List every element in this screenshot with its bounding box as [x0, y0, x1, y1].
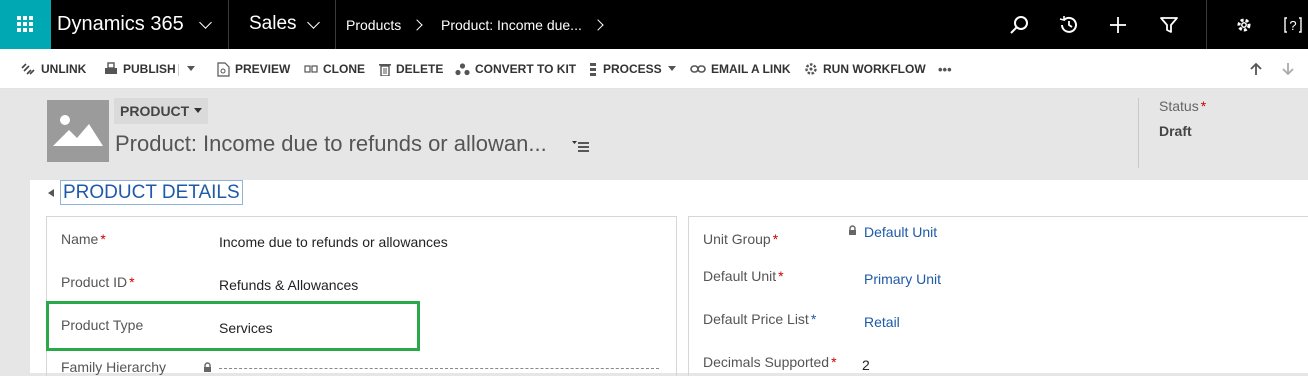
status-value[interactable]: Draft [1159, 123, 1192, 139]
name-label: Name * [61, 231, 106, 247]
app-launcher-button[interactable] [0, 0, 51, 49]
svg-text:?: ? [1289, 18, 1296, 33]
default-price-list-value[interactable]: Retail [864, 314, 900, 330]
product-id-label: Product ID * [61, 274, 135, 290]
preview-icon [217, 61, 230, 77]
unit-group-value[interactable]: Default Unit [864, 224, 937, 240]
command-bar: UNLINK PUBLISH PREVIEW CLONE DELETE CONV… [0, 49, 1308, 89]
clone-label: CLONE [323, 62, 365, 76]
app-name[interactable]: Dynamics 365 [57, 13, 184, 36]
section-title[interactable]: PRODUCT DETAILS [60, 180, 243, 205]
breadcrumb-products[interactable]: Products [346, 17, 401, 33]
preview-label: PREVIEW [235, 62, 291, 76]
kit-icon [455, 63, 470, 76]
chevron-down-icon[interactable] [187, 66, 195, 72]
collapse-icon[interactable] [48, 189, 54, 197]
product-id-value[interactable]: Refunds & Allowances [219, 277, 358, 293]
default-unit-label: Default Unit * [703, 268, 784, 284]
help-icon[interactable]: ? [1282, 14, 1304, 36]
email-link-button[interactable]: EMAIL A LINK [690, 61, 791, 77]
convert-to-kit-label: CONVERT TO KIT [475, 62, 577, 76]
top-nav-bar: Dynamics 365 Sales Products Product: Inc… [0, 0, 1308, 49]
unlink-button[interactable]: UNLINK [20, 61, 86, 77]
area-name[interactable]: Sales [249, 13, 297, 35]
convert-to-kit-button[interactable]: CONVERT TO KIT [455, 61, 576, 77]
chevron-right-icon[interactable] [592, 19, 604, 31]
chevron-down-icon [194, 108, 203, 113]
recent-icon[interactable] [1058, 14, 1080, 36]
image-placeholder-icon [53, 115, 103, 146]
publish-label: PUBLISH [123, 62, 176, 76]
form-selector[interactable]: PRODUCT [114, 98, 209, 124]
entity-image[interactable] [47, 100, 109, 162]
chevron-down-icon[interactable] [307, 16, 320, 29]
breadcrumb-record[interactable]: Product: Income due... [441, 17, 582, 33]
delete-label: DELETE [396, 62, 444, 76]
preview-button[interactable]: PREVIEW [217, 61, 290, 77]
process-button[interactable]: PROCESS [588, 61, 681, 77]
unit-group-label: Unit Group * [703, 231, 779, 247]
lock-icon [849, 225, 856, 235]
clone-button[interactable]: CLONE [304, 61, 365, 77]
search-icon[interactable] [1008, 14, 1030, 36]
divider [1138, 98, 1139, 168]
record-title: Product: Income due to refunds or allowa… [115, 131, 547, 156]
link-icon [690, 65, 706, 73]
trash-icon [379, 64, 391, 76]
chevron-down-icon[interactable] [199, 16, 212, 29]
delete-button[interactable]: DELETE [379, 61, 443, 77]
name-value[interactable]: Income due to refunds or allowances [219, 234, 448, 250]
lock-icon [204, 362, 211, 372]
family-hierarchy-value[interactable] [219, 368, 659, 369]
left-gutter [0, 180, 30, 373]
default-price-list-label: Default Price List * [703, 311, 817, 327]
more-commands-button[interactable]: ••• [938, 61, 952, 77]
right-field-panel [688, 216, 1308, 376]
process-icon [590, 62, 596, 76]
decimals-supported-value[interactable]: 2 [862, 357, 870, 373]
filter-icon[interactable] [1158, 14, 1180, 36]
run-workflow-label: RUN WORKFLOW [823, 62, 926, 76]
publish-button[interactable]: PUBLISH [104, 61, 176, 77]
publish-icon [105, 62, 117, 74]
settings-icon[interactable] [1233, 14, 1255, 36]
arrow-up-icon[interactable] [1250, 62, 1262, 76]
divider [178, 64, 179, 76]
divider [335, 0, 336, 49]
chevron-down-icon [667, 66, 676, 71]
unlink-icon [21, 63, 35, 75]
unlink-label: UNLINK [41, 62, 87, 76]
arrow-down-icon[interactable] [1282, 62, 1294, 76]
process-label: PROCESS [603, 62, 662, 76]
default-unit-value[interactable]: Primary Unit [864, 271, 941, 287]
highlight-box [46, 301, 420, 351]
divider [228, 0, 229, 49]
plus-icon[interactable] [1107, 14, 1129, 36]
chevron-right-icon [411, 19, 423, 31]
workflow-icon [805, 63, 817, 75]
status-label: Status * [1159, 98, 1207, 114]
run-workflow-button[interactable]: RUN WORKFLOW [804, 61, 926, 77]
email-link-label: EMAIL A LINK [711, 62, 791, 76]
decimals-supported-label: Decimals Supported * [703, 354, 837, 370]
divider [1206, 0, 1207, 49]
app-launcher-icon [17, 16, 34, 33]
form-selector-icon[interactable] [572, 139, 590, 153]
clone-icon [304, 65, 318, 73]
entity-label: PRODUCT [120, 103, 190, 119]
